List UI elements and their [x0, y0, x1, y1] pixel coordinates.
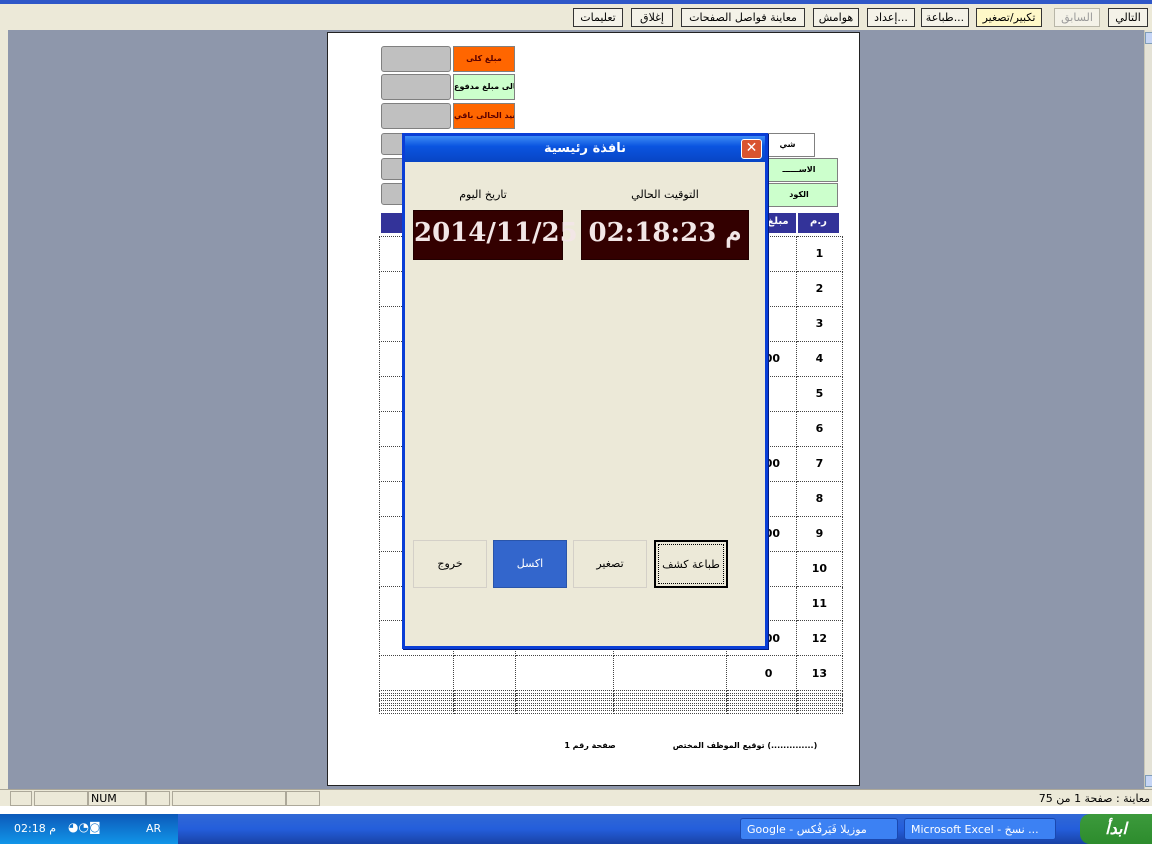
status-bar: NUM CAPS معاينة : صفحة 1 من 75 — [0, 789, 1152, 818]
table-cell: 10 — [795, 550, 844, 587]
code-label: الكود — [760, 183, 838, 207]
footer-page-number: صفحة رقم 1 — [564, 741, 616, 750]
footer-signature: توقيع الموظف المختص (..............) — [672, 741, 818, 750]
name-label: الاســــــ — [760, 158, 838, 182]
table-cell — [378, 655, 455, 692]
zoom-button[interactable]: تكبير/تصغير — [976, 8, 1042, 27]
table-cell: 3 — [795, 305, 844, 342]
scroll-down-arrow-icon[interactable] — [1145, 775, 1152, 787]
system-tray: 02:18 م ◕◔◙ AR — [0, 814, 178, 844]
excel-button[interactable]: اكسل — [493, 540, 567, 588]
table-cell — [795, 710, 844, 714]
tray-clock[interactable]: 02:18 م — [14, 822, 56, 835]
status-cell — [34, 791, 88, 806]
scroll-up-arrow-icon[interactable] — [1145, 32, 1152, 44]
status-cell — [286, 791, 320, 806]
summary-paid-label: اجمالى مبلغ مدفوع — [453, 74, 515, 100]
field-label: شي — [760, 133, 815, 157]
date-label: تاريخ اليوم — [459, 188, 507, 201]
summary-total-label: مبلغ كلى — [453, 46, 515, 72]
table-row: 0 13 — [378, 655, 844, 692]
table-cell: 2 — [795, 270, 844, 307]
column-header-rownum: ر.م — [798, 213, 839, 233]
left-strip — [0, 30, 8, 789]
exit-button[interactable]: خروج — [413, 540, 487, 588]
table-cell: 11 — [795, 585, 844, 622]
table-cell — [453, 710, 517, 714]
status-cell — [10, 791, 32, 806]
dialog-title: نافذة رئيسية — [405, 136, 765, 162]
close-icon[interactable]: ✕ — [741, 139, 762, 159]
close-preview-button[interactable]: إغلاق — [631, 8, 673, 27]
table-cell — [378, 710, 455, 714]
setup-button[interactable]: إعداد... — [867, 8, 915, 27]
table-cell: 13 — [795, 655, 844, 692]
taskbar-area: 02:18 م ◕◔◙ AR Google - موزيلا فَيَرفُكس… — [0, 806, 1152, 864]
print-report-button[interactable]: طباعة كشف — [654, 540, 728, 588]
page-info: معاينة : صفحة 1 من 75 — [1038, 792, 1150, 805]
status-cell — [146, 791, 170, 806]
help-button[interactable]: تعليمات — [573, 8, 623, 27]
task-excel[interactable]: Microsoft Excel - نسخ ... — [904, 818, 1056, 840]
table-cell: 1 — [795, 236, 844, 272]
date-display: 2014/11/25 — [413, 210, 578, 260]
table-row — [378, 710, 844, 714]
start-button[interactable]: ابدأ — [1080, 814, 1152, 844]
next-button[interactable]: التالي — [1108, 8, 1148, 27]
print-button[interactable]: طباعة... — [921, 8, 969, 27]
language-indicator[interactable]: AR — [146, 822, 161, 835]
table-cell: 0 — [725, 655, 797, 692]
time-label: التوقيت الحالي — [631, 188, 699, 201]
tray-icons[interactable]: ◕◔◙ — [68, 820, 101, 834]
table-cell: 8 — [795, 480, 844, 517]
margins-button[interactable]: هوامش — [813, 8, 859, 27]
status-cell — [172, 791, 286, 806]
vertical-scrollbar[interactable] — [1144, 30, 1152, 789]
main-dialog: نافذة رئيسية ✕ التوقيت الحالي تاريخ اليو… — [402, 133, 768, 649]
table-cell: 4 — [795, 340, 844, 377]
table-cell: 6 — [795, 410, 844, 447]
table-cell: 9 — [795, 515, 844, 552]
table-cell — [613, 710, 727, 714]
table-cell: 12 — [795, 620, 844, 657]
table-cell: 5 — [795, 375, 844, 412]
time-display: 02:18:23 م — [581, 210, 749, 260]
table-cell — [453, 655, 517, 692]
table-cell — [613, 655, 727, 692]
table-cell — [725, 710, 797, 714]
summary-balance-label: الرصيد الحالى باقي — [453, 103, 515, 129]
table-cell — [515, 710, 615, 714]
page-break-preview-button[interactable]: معاينة فواصل الصفحات — [681, 8, 805, 27]
minimize-button[interactable]: تصغير — [573, 540, 647, 588]
table-cell: 7 — [795, 445, 844, 482]
table-cell — [515, 655, 615, 692]
summary-total-box — [381, 46, 451, 72]
summary-balance-box — [381, 103, 451, 129]
print-preview-toolbar: التالي السابق تكبير/تصغير طباعة... إعداد… — [0, 0, 1152, 30]
task-firefox[interactable]: Google - موزيلا فَيَرفُكس — [740, 818, 898, 840]
previous-button[interactable]: السابق — [1054, 8, 1100, 27]
summary-paid-box — [381, 74, 451, 100]
status-indicators: NUM CAPS — [88, 791, 146, 818]
taskbar: 02:18 م ◕◔◙ AR Google - موزيلا فَيَرفُكس… — [0, 814, 1152, 844]
